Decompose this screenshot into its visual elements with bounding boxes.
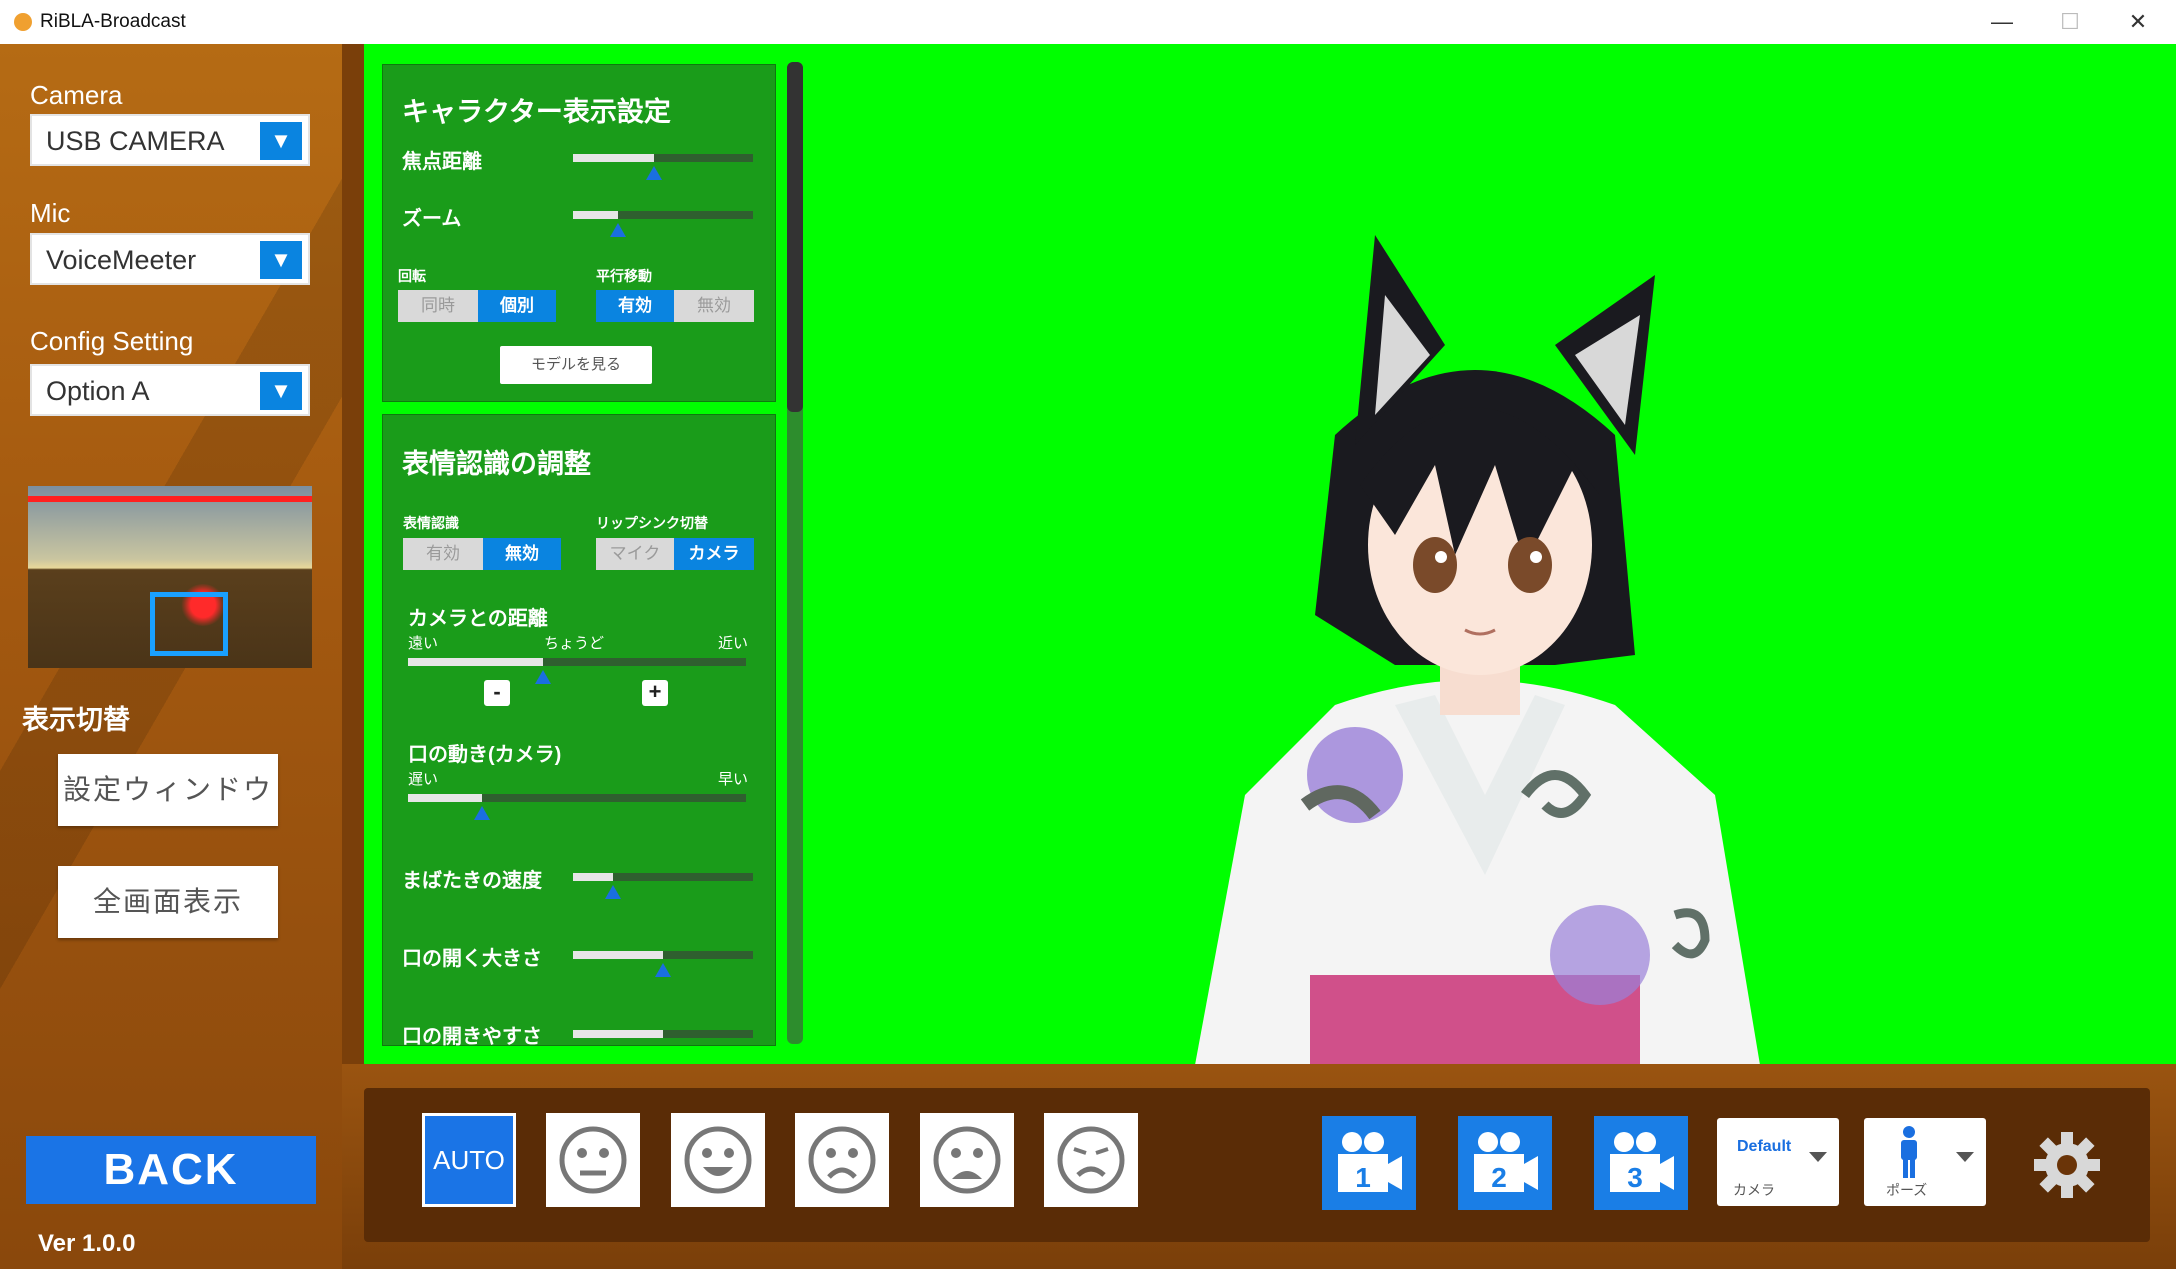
distance-mid-label: ちょうど	[544, 635, 605, 652]
back-button[interactable]: BACK	[26, 1136, 316, 1204]
camera-mode-value: Default	[1737, 1138, 1792, 1155]
mouth-movement-fill	[408, 794, 483, 802]
rotation-individual-toggle[interactable]: 個別	[478, 290, 556, 322]
lipsync-camera-toggle[interactable]: カメラ	[674, 538, 754, 570]
mouth-movement-label: 口の動き(カメラ)	[408, 744, 562, 766]
video-camera-icon: 3	[1610, 1132, 1674, 1193]
mouth-fast-label: 早い	[718, 771, 749, 788]
mouth-open-size-fill	[573, 951, 663, 959]
person-icon	[1901, 1126, 1917, 1178]
mic-dropdown[interactable]: VoiceMeeter ▼	[30, 233, 310, 285]
window-title: RiBLA-Broadcast	[40, 11, 186, 32]
mouth-open-size-thumb[interactable]	[655, 963, 671, 977]
config-dropdown-value: Option A	[46, 376, 150, 406]
mouth-ease-label: 口の開きやすさ	[402, 1026, 542, 1048]
camera-distance-thumb[interactable]	[535, 670, 552, 684]
chevron-down-icon: ▼	[260, 122, 302, 160]
sad-face-icon	[933, 1126, 1001, 1194]
preview-guide-line	[28, 496, 312, 502]
settings-window-button[interactable]: 設定ウィンドウ	[58, 754, 278, 826]
translate-label: 平行移動	[596, 268, 652, 284]
close-button[interactable]: ✕	[2106, 0, 2170, 44]
camera-mode-caption: カメラ	[1733, 1182, 1775, 1198]
zoom-thumb[interactable]	[610, 223, 626, 237]
zoom-fill	[573, 211, 618, 219]
expression-recognition-label: 表情認識	[403, 515, 459, 531]
frown-face-button[interactable]	[795, 1113, 889, 1207]
distance-plus-button[interactable]: +	[642, 680, 668, 706]
blink-speed-thumb[interactable]	[604, 885, 621, 899]
avatar-character	[1195, 235, 1760, 1065]
rotation-label: 回転	[398, 268, 426, 284]
distance-near-label: 近い	[718, 635, 749, 652]
sad-face-button[interactable]	[920, 1113, 1014, 1207]
camera-dropdown-value: USB CAMERA	[46, 126, 225, 156]
caret-down-icon	[1956, 1152, 1974, 1162]
config-label: Config Setting	[30, 326, 194, 356]
auto-expression-button[interactable]: AUTO	[422, 1113, 516, 1207]
lipsync-mic-toggle[interactable]: マイク	[596, 538, 674, 570]
fullscreen-button[interactable]: 全画面表示	[58, 866, 278, 938]
worried-face-icon	[1057, 1126, 1125, 1194]
smile-face-icon	[684, 1126, 752, 1194]
focal-length-thumb[interactable]	[646, 166, 662, 180]
mic-label: Mic	[30, 198, 71, 228]
video-camera-icon: 2	[1474, 1132, 1538, 1193]
zoom-label: ズーム	[402, 208, 462, 230]
camera-preset-number: 2	[1491, 1162, 1507, 1193]
mouth-open-size-label: 口の開く大きさ	[402, 948, 542, 970]
frown-face-icon	[808, 1126, 876, 1194]
recognition-enabled-toggle[interactable]: 有効	[403, 538, 483, 570]
pose-caption: ポーズ	[1886, 1182, 1928, 1198]
camera-label: Camera	[30, 80, 123, 110]
neutral-face-icon	[559, 1126, 627, 1194]
video-camera-icon: 1	[1338, 1132, 1402, 1193]
camera-preset-2-button[interactable]: 2	[1458, 1116, 1552, 1210]
title-bar	[0, 0, 2176, 45]
mouth-movement-thumb[interactable]	[474, 806, 491, 820]
pose-dropdown[interactable]: ポーズ	[1864, 1118, 1986, 1206]
camera-preset-number: 1	[1355, 1162, 1371, 1193]
camera-dropdown[interactable]: USB CAMERA ▼	[30, 114, 310, 166]
maximize-button[interactable]: ☐	[2038, 0, 2102, 44]
mouth-ease-fill	[573, 1030, 663, 1038]
app-icon	[14, 13, 32, 31]
mic-dropdown-value: VoiceMeeter	[46, 245, 197, 275]
panel-scrollbar-thumb[interactable]	[787, 62, 803, 412]
camera-preset-1-button[interactable]: 1	[1322, 1116, 1416, 1210]
display-toggle-title: 表示切替	[22, 705, 130, 735]
camera-distance-fill	[408, 658, 544, 666]
blink-speed-fill	[573, 873, 613, 881]
mouth-slow-label: 遅い	[408, 771, 439, 788]
lipsync-label: リップシンク切替	[596, 515, 708, 531]
gear-icon[interactable]	[2032, 1130, 2102, 1200]
chevron-down-icon: ▼	[260, 372, 302, 410]
recognition-disabled-toggle[interactable]: 無効	[483, 538, 561, 570]
camera-preset-3-button[interactable]: 3	[1594, 1116, 1688, 1210]
view-model-button[interactable]: モデルを見る	[500, 346, 652, 384]
translate-disabled-toggle[interactable]: 無効	[674, 290, 754, 322]
focal-length-label: 焦点距離	[402, 151, 482, 173]
camera-mode-dropdown[interactable]: Default カメラ	[1717, 1118, 1839, 1206]
expression-settings-title: 表情認識の調整	[402, 449, 591, 479]
neutral-face-button[interactable]	[546, 1113, 640, 1207]
character-settings-title: キャラクター表示設定	[402, 97, 671, 127]
preview-tracking-box	[150, 592, 228, 656]
worried-face-button[interactable]	[1044, 1113, 1138, 1207]
camera-distance-label: カメラとの距離	[408, 608, 548, 630]
rotation-simultaneous-toggle[interactable]: 同時	[398, 290, 478, 322]
translate-enabled-toggle[interactable]: 有効	[596, 290, 674, 322]
distance-far-label: 遠い	[408, 635, 439, 652]
config-dropdown[interactable]: Option A ▼	[30, 364, 310, 416]
version-label: Ver 1.0.0	[38, 1230, 136, 1257]
camera-preset-number: 3	[1627, 1162, 1643, 1193]
distance-minus-button[interactable]: -	[484, 680, 510, 706]
caret-down-icon	[1809, 1152, 1827, 1162]
blink-speed-label: まばたきの速度	[402, 870, 542, 892]
smile-face-button[interactable]	[671, 1113, 765, 1207]
chevron-down-icon: ▼	[260, 241, 302, 279]
minimize-button[interactable]: —	[1970, 0, 2034, 44]
focal-length-fill	[573, 154, 654, 162]
